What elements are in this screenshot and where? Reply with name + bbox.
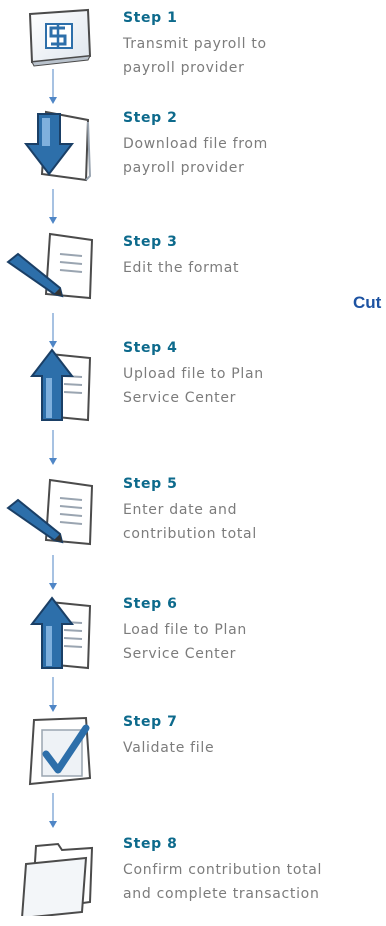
- checkmark-document-icon: [2, 712, 104, 792]
- connector-arrow: [45, 189, 61, 225]
- step-title: Step 5: [123, 476, 178, 492]
- upload-arrow-icon: [2, 346, 104, 426]
- step-description: Enter date and contribution total: [123, 502, 257, 542]
- step-title: Step 7: [123, 714, 178, 730]
- upload-arrow-icon: [2, 594, 104, 674]
- step-description: Load file to Plan Service Center: [123, 622, 247, 662]
- step-title: Step 1: [123, 10, 178, 26]
- step-description: Upload file to Plan Service Center: [123, 366, 264, 406]
- step-description: Confirm contribution total and complete …: [123, 862, 323, 902]
- step-title: Step 3: [123, 234, 178, 250]
- step-title: Step 2: [123, 110, 178, 126]
- step-description: Edit the format: [123, 260, 240, 276]
- pencil-document-icon: [2, 230, 104, 310]
- step-description: Download file from payroll provider: [123, 136, 268, 176]
- step-title: Step 4: [123, 340, 178, 356]
- folder-icon: [2, 836, 104, 916]
- pencil-document-icon: [2, 476, 104, 556]
- step-title: Step 8: [123, 836, 178, 852]
- connector-arrow: [45, 555, 61, 591]
- connector-arrow: [45, 677, 61, 713]
- side-label: Cut: [353, 293, 382, 312]
- connector-arrow: [45, 69, 61, 105]
- step-description: Validate file: [123, 740, 215, 756]
- connector-arrow: [45, 430, 61, 466]
- step-description: Transmit payroll to payroll provider: [123, 36, 267, 76]
- download-arrow-icon: [2, 108, 104, 188]
- connector-arrow: [45, 793, 61, 829]
- step-title: Step 6: [123, 596, 178, 612]
- connector-arrow: [45, 313, 61, 349]
